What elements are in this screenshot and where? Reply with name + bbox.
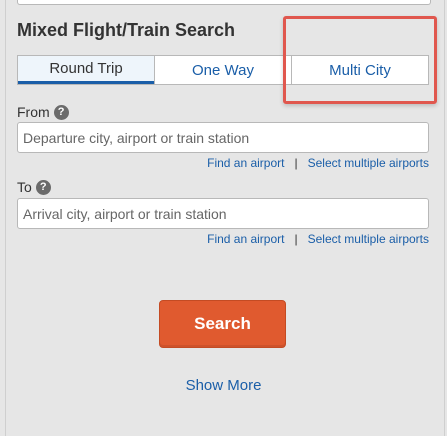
help-icon[interactable]: ? xyxy=(35,179,51,195)
from-label-row: From ? xyxy=(17,104,69,120)
tab-one-way[interactable]: One Way xyxy=(154,56,291,84)
to-label-row: To ? xyxy=(17,179,51,195)
find-airport-link[interactable]: Find an airport xyxy=(207,232,284,246)
help-icon[interactable]: ? xyxy=(53,104,69,120)
select-multiple-airports-link[interactable]: Select multiple airports xyxy=(308,156,429,170)
highlight-annotation-box xyxy=(283,16,437,104)
to-links: Find an airport | Select multiple airpor… xyxy=(207,232,429,246)
to-label: To xyxy=(17,179,32,195)
link-separator: | xyxy=(294,156,298,170)
from-links: Find an airport | Select multiple airpor… xyxy=(207,156,429,170)
previous-input-field[interactable] xyxy=(17,0,431,5)
select-multiple-airports-link[interactable]: Select multiple airports xyxy=(308,232,429,246)
tab-round-trip[interactable]: Round Trip xyxy=(18,56,154,84)
from-label: From xyxy=(17,104,50,120)
show-more-link[interactable]: Show More xyxy=(0,377,447,394)
find-airport-link[interactable]: Find an airport xyxy=(207,156,284,170)
page-title: Mixed Flight/Train Search xyxy=(17,20,236,40)
to-input[interactable] xyxy=(17,198,429,229)
search-button[interactable]: Search xyxy=(159,300,286,348)
from-input[interactable] xyxy=(17,122,429,153)
link-separator: | xyxy=(294,232,298,246)
